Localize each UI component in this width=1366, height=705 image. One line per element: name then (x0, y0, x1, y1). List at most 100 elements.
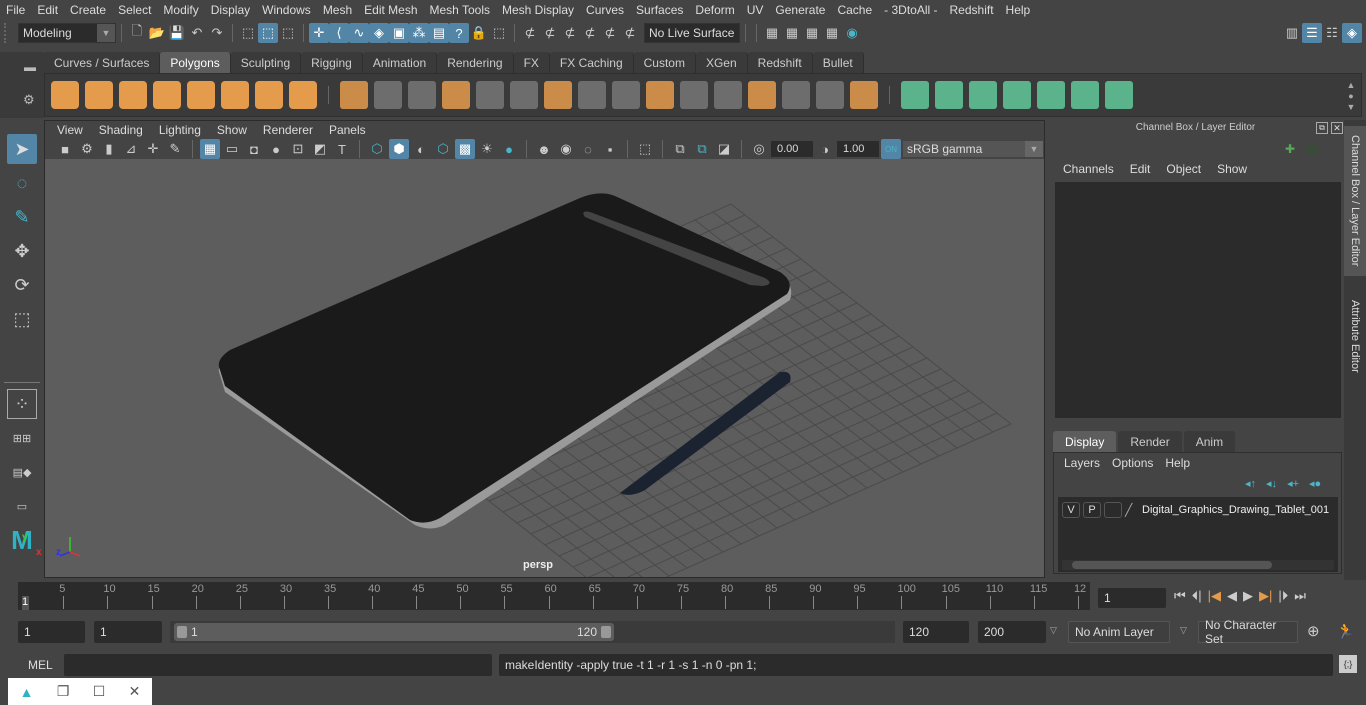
channel-box-menu-object[interactable]: Object (1158, 162, 1209, 176)
close-panel-icon[interactable]: ✕ (1331, 122, 1343, 134)
menu-select[interactable]: Select (112, 3, 157, 17)
live-surface-field[interactable]: No Live Surface (644, 23, 740, 43)
playback-toggle[interactable]: P (1083, 502, 1101, 518)
viewport-menu-renderer[interactable]: Renderer (255, 123, 321, 137)
menu-display[interactable]: Display (205, 3, 256, 17)
make-live-icon[interactable]: ⊄ (520, 23, 540, 43)
layer-row[interactable]: V P ╱ Digital_Graphics_Drawing_Tablet_00… (1058, 499, 1338, 521)
play-forward-icon[interactable]: ▶ (1243, 588, 1253, 604)
viewport-menu-lighting[interactable]: Lighting (151, 123, 209, 137)
undo-icon[interactable]: ↶ (187, 23, 207, 43)
menu-modify[interactable]: Modify (157, 3, 204, 17)
scale-tool-icon[interactable]: ⬚ (7, 304, 37, 334)
menu-mesh-tools[interactable]: Mesh Tools (424, 3, 496, 17)
shelf-tabs-menu-icon[interactable]: ▬ (24, 60, 36, 74)
step-back-key-icon[interactable]: |◀ (1208, 588, 1221, 604)
range-slider-bar[interactable]: 1 120 (174, 623, 614, 641)
snap-vertex-icon[interactable]: ⊄ (580, 23, 600, 43)
maximize-icon[interactable]: ☐ (93, 683, 106, 700)
modeling-toolkit-icon[interactable]: ▥ (1282, 23, 1302, 43)
command-language-label[interactable]: MEL (28, 658, 53, 672)
step-forward-icon[interactable]: |⏵ (1278, 588, 1288, 604)
paint-select-tool-icon[interactable]: ✎ (7, 202, 37, 232)
snap-point-icon[interactable]: ∿ (349, 23, 369, 43)
help-icon[interactable]: ? (449, 23, 469, 43)
time-slider[interactable]: 1 5 10 15 20 25 30 35 40 45 50 55 60 65 70 75 80 85 90 95 1… (18, 582, 1090, 610)
merge-icon[interactable] (850, 81, 878, 109)
render-view-icon[interactable]: ▦ (762, 23, 782, 43)
wireframe-on-shaded-icon[interactable]: ◐ (411, 139, 431, 159)
current-frame-marker[interactable]: 1 (22, 596, 29, 610)
poly-cone-icon[interactable] (153, 81, 181, 109)
shelf-tab-xgen[interactable]: XGen (695, 52, 748, 73)
snap-grid-icon[interactable]: ✛ (309, 23, 329, 43)
move-tool-icon[interactable]: ✥ (7, 236, 37, 266)
hypershade-icon[interactable]: ◉ (842, 23, 862, 43)
menu-deform[interactable]: Deform (689, 3, 740, 17)
menu-generate[interactable]: Generate (769, 3, 831, 17)
shelf-tab-fx[interactable]: FX (513, 52, 550, 73)
menu-windows[interactable]: Windows (256, 3, 317, 17)
render-settings-icon[interactable]: ▦ (822, 23, 842, 43)
layer-menu-help[interactable]: Help (1159, 456, 1196, 470)
shelf-tab-sculpting[interactable]: Sculpting (230, 52, 302, 73)
anim-end-field[interactable]: 200 (978, 621, 1046, 643)
channel-box-body[interactable] (1055, 182, 1341, 418)
poly-cube-icon[interactable] (85, 81, 113, 109)
select-object-icon[interactable]: ⬚ (258, 23, 278, 43)
mode-dropdown[interactable]: Modeling ▼ (18, 23, 116, 43)
step-back-icon[interactable]: ⏴| (1192, 588, 1202, 604)
exposure-icon[interactable]: ◎ (749, 139, 769, 159)
tool-settings-icon[interactable]: ☷ (1322, 23, 1342, 43)
menu-redshift[interactable]: Redshift (944, 3, 1000, 17)
menu-file[interactable]: File (0, 3, 31, 17)
menu-edit-mesh[interactable]: Edit Mesh (358, 3, 423, 17)
channel-box-menu-channels[interactable]: Channels (1055, 162, 1122, 176)
render-current-frame-icon[interactable]: ▦ (782, 23, 802, 43)
layer-menu-options[interactable]: Options (1106, 456, 1159, 470)
shelf-tab-custom[interactable]: Custom (633, 52, 696, 73)
extrude-icon[interactable] (578, 81, 606, 109)
select-component-icon[interactable]: ⬚ (278, 23, 298, 43)
color-management-toggle-icon[interactable]: ON (881, 139, 901, 159)
layer-name[interactable]: Digital_Graphics_Drawing_Tablet_001 (1142, 504, 1330, 516)
layer-tab-render[interactable]: Render (1118, 431, 1182, 452)
smooth-shade-icon[interactable]: ⬢ (389, 139, 409, 159)
snap-face-icon[interactable]: ⊄ (620, 23, 640, 43)
shelf-tab-curves-surfaces[interactable]: Curves / Surfaces (44, 52, 161, 73)
safe-action-icon[interactable]: ◩ (310, 139, 330, 159)
safe-title-icon[interactable]: T (332, 139, 352, 159)
extract-icon[interactable] (510, 81, 538, 109)
viewport-menu-view[interactable]: View (49, 123, 91, 137)
poly-plane-icon[interactable] (187, 81, 215, 109)
bookmark-icon[interactable]: ▮ (99, 139, 119, 159)
select-tool-icon[interactable]: ➤ (7, 134, 37, 164)
channel-box-toggle-icon[interactable]: ◈ (1342, 23, 1362, 43)
snap-together-icon[interactable]: ⊄ (540, 23, 560, 43)
manipulator-icon[interactable]: ✚ (1285, 142, 1295, 156)
hud-icon[interactable]: ◪ (714, 139, 734, 159)
layout-uv-icon[interactable] (1105, 81, 1133, 109)
spherical-uv-icon[interactable] (969, 81, 997, 109)
range-min-handle[interactable] (177, 626, 187, 638)
anim-start-field[interactable]: 1 (94, 621, 162, 643)
bridge-icon[interactable] (612, 81, 640, 109)
channel-box-menu-edit[interactable]: Edit (1122, 162, 1159, 176)
wireframe-icon[interactable]: ⬡ (367, 139, 387, 159)
start-time-field[interactable]: 1 (18, 621, 85, 643)
snap-component-icon[interactable]: ⁂ (409, 23, 429, 43)
menu-mesh-display[interactable]: Mesh Display (496, 3, 580, 17)
grease-pencil-icon[interactable]: ✎ (165, 139, 185, 159)
append-icon[interactable] (646, 81, 674, 109)
uv-editor-icon[interactable] (1071, 81, 1099, 109)
attribute-editor-toggle-icon[interactable]: ☰ (1302, 23, 1322, 43)
move-layer-down-icon[interactable]: ◂↓ (1266, 477, 1277, 490)
redo-icon[interactable]: ↷ (207, 23, 227, 43)
snap-channel-icon[interactable]: ▤ (429, 23, 449, 43)
grid-toggle-icon[interactable]: ▦ (200, 139, 220, 159)
lasso-tool-icon[interactable]: ◌ (7, 168, 37, 198)
select-hierarchy-icon[interactable]: ⬚ (238, 23, 258, 43)
shelf-settings-gear-icon[interactable]: ⚙ (23, 92, 35, 108)
display-type-toggle[interactable] (1104, 502, 1122, 518)
range-slider-track[interactable]: 1 120 (170, 621, 895, 643)
